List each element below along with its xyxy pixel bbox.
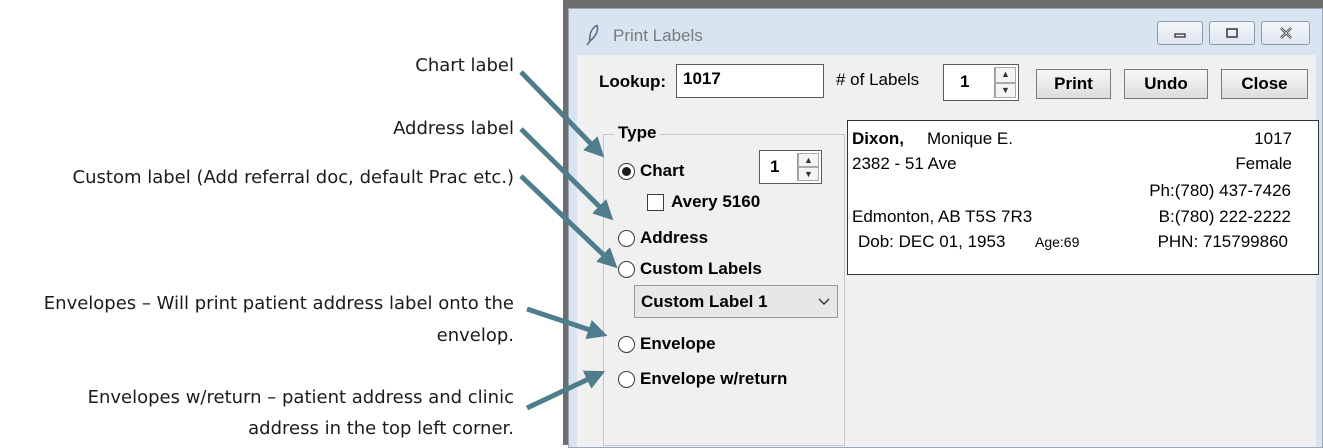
arrow-to-custom-labels: [519, 174, 618, 269]
arrow-to-envelope: [526, 306, 608, 340]
callout-arrows: [519, 70, 618, 411]
arrow-to-envelope-return: [525, 370, 606, 411]
arrow-to-address: [519, 127, 614, 221]
